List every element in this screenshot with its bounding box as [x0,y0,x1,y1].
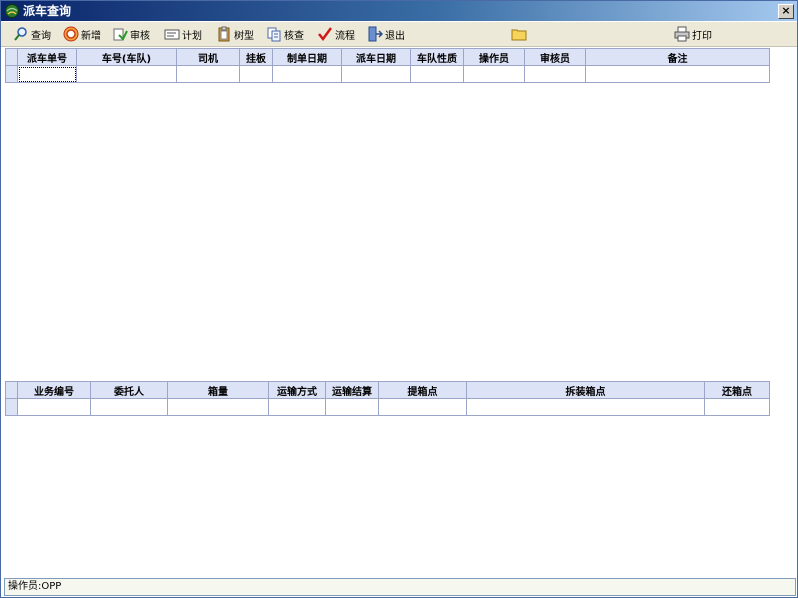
column-header[interactable]: 备注 [585,48,770,66]
operator-status: 操作员:OPP [8,581,62,592]
tree-label: 树型 [234,30,254,42]
column-header[interactable]: 箱量 [167,381,269,399]
column-header[interactable]: 运输结算 [325,381,379,399]
table-cell[interactable] [167,398,269,416]
audit-icon [113,28,128,41]
status-bar: 操作员:OPP [4,578,796,596]
query-button[interactable]: 查询 [13,25,51,43]
table-cell[interactable] [268,398,326,416]
add-label: 新增 [81,30,101,42]
business-grid-header: 业务编号 委托人 箱量 运输方式 运输结算 提箱点 拆装箱点 还箱点 [5,381,770,399]
table-cell[interactable] [463,65,525,83]
table-cell[interactable] [90,398,168,416]
close-icon: × [781,4,791,17]
flow-label: 流程 [335,30,355,42]
add-icon [63,26,79,42]
row-indicator-header [5,381,18,399]
table-cell[interactable] [272,65,342,83]
app-icon [5,4,19,18]
table-cell[interactable] [17,398,91,416]
table-cell[interactable] [76,65,177,83]
column-header[interactable]: 委托人 [90,381,168,399]
row-indicator[interactable] [5,65,18,83]
window-title: 派车查询 [23,4,72,18]
print-button[interactable]: 打印 [674,25,712,43]
column-header[interactable]: 运输方式 [268,381,326,399]
column-header[interactable]: 挂板 [239,48,273,66]
column-header[interactable]: 审核员 [524,48,586,66]
print-label: 打印 [692,30,712,42]
column-header[interactable]: 车队性质 [410,48,464,66]
column-header[interactable]: 提箱点 [378,381,467,399]
table-cell[interactable] [341,65,411,83]
column-header[interactable]: 操作员 [463,48,525,66]
exit-button[interactable]: 退出 [367,25,405,43]
column-header[interactable]: 业务编号 [17,381,91,399]
plan-button[interactable]: 计划 [164,25,202,43]
table-cell[interactable] [524,65,586,83]
column-header[interactable]: 派车日期 [341,48,411,66]
copy-docs-icon [267,27,281,42]
column-header[interactable]: 车号(车队) [76,48,177,66]
table-cell[interactable] [17,65,77,83]
table-cell[interactable] [466,398,705,416]
column-header[interactable]: 还箱点 [704,381,770,399]
plan-icon [164,29,180,40]
row-indicator[interactable] [5,398,18,416]
clipboard-icon [218,26,230,42]
query-label: 查询 [31,30,51,42]
table-row[interactable] [5,65,770,83]
table-cell[interactable] [585,65,770,83]
table-cell[interactable] [176,65,240,83]
check-label: 核查 [284,30,304,42]
open-folder-button[interactable] [511,25,529,43]
column-header[interactable]: 司机 [176,48,240,66]
tree-button[interactable]: 树型 [216,25,254,43]
add-button[interactable]: 新增 [63,25,101,43]
table-cell[interactable] [239,65,273,83]
main-window: 派车查询 × 查询 新增 审核 计划 树型 核查 流程 退出 打印 派车单号 车… [0,0,798,598]
flow-button[interactable]: 流程 [317,25,355,43]
table-cell[interactable] [378,398,467,416]
column-header[interactable]: 拆装箱点 [466,381,705,399]
exit-door-icon [368,26,383,42]
folder-icon [511,29,527,41]
printer-icon [674,26,690,42]
checkmark-icon [318,27,333,42]
table-cell[interactable] [325,398,379,416]
table-cell[interactable] [704,398,770,416]
dispatch-grid[interactable]: 派车单号 车号(车队) 司机 挂板 制单日期 派车日期 车队性质 操作员 审核员… [5,48,770,83]
column-header[interactable]: 派车单号 [17,48,77,66]
plan-label: 计划 [182,30,202,42]
row-indicator-header [5,48,18,66]
check-button[interactable]: 核查 [266,25,304,43]
search-icon [14,27,27,41]
audit-label: 审核 [130,30,150,42]
exit-label: 退出 [385,30,405,42]
audit-button[interactable]: 审核 [112,25,150,43]
column-header[interactable]: 制单日期 [272,48,342,66]
toolbar: 查询 新增 审核 计划 树型 核查 流程 退出 打印 [1,22,797,47]
business-grid[interactable]: 业务编号 委托人 箱量 运输方式 运输结算 提箱点 拆装箱点 还箱点 [5,381,770,416]
close-button[interactable]: × [778,4,794,19]
title-bar: 派车查询 × [1,1,797,21]
dispatch-grid-header: 派车单号 车号(车队) 司机 挂板 制单日期 派车日期 车队性质 操作员 审核员… [5,48,770,66]
table-cell[interactable] [410,65,464,83]
table-row[interactable] [5,398,770,416]
